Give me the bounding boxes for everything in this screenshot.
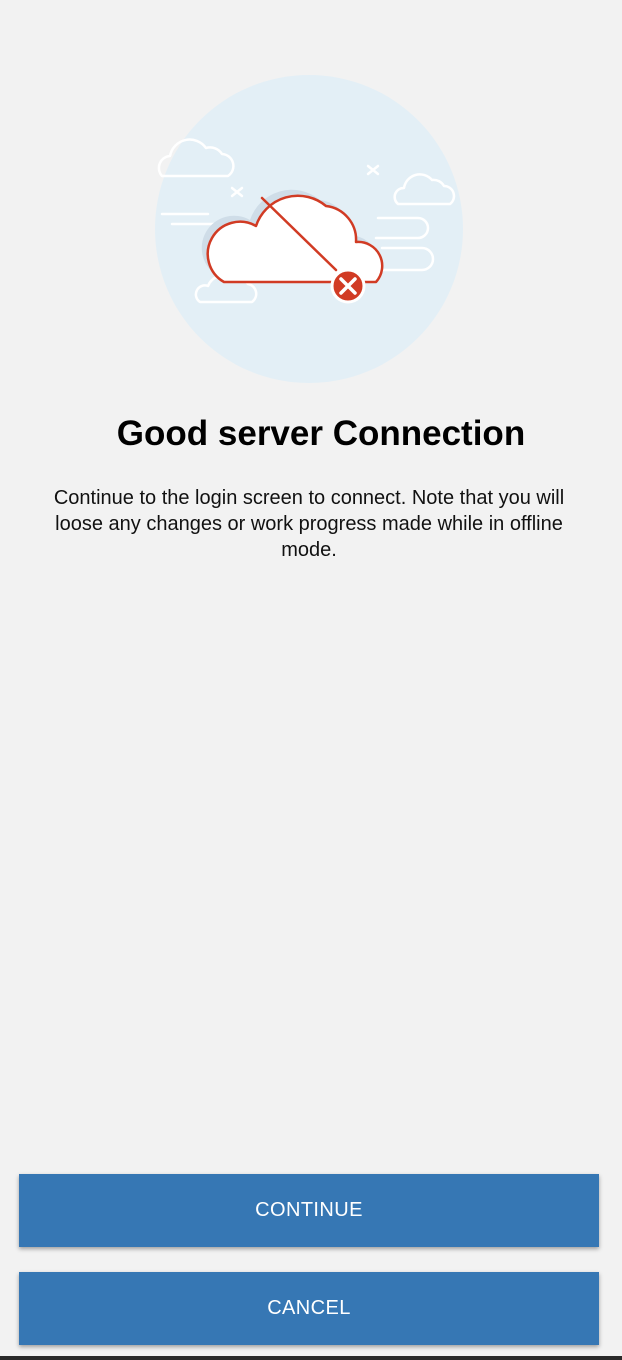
- continue-button[interactable]: CONTINUE: [19, 1174, 599, 1247]
- cloud-disconnected-icon: [155, 75, 463, 383]
- cancel-button[interactable]: CANCEL: [19, 1272, 599, 1345]
- info-message: Continue to the login screen to connect.…: [53, 487, 565, 561]
- bottom-divider: [0, 1356, 622, 1360]
- page-title: Good server Connection: [116, 414, 526, 453]
- offline-connection-screen: Good server Connection Continue to the l…: [0, 0, 622, 1360]
